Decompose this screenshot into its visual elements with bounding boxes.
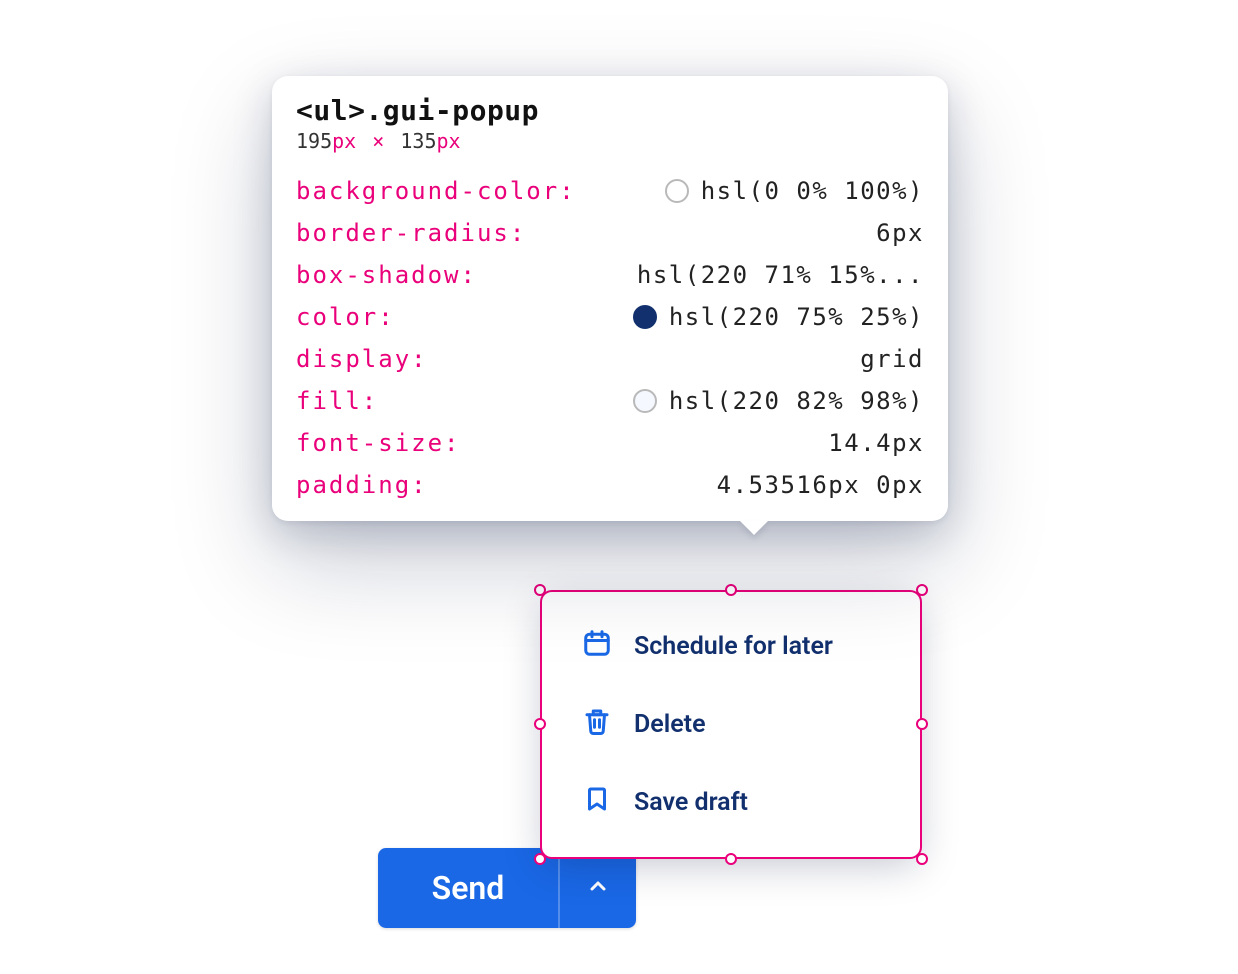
property-name: padding <box>296 471 428 499</box>
inspector-width: 195 <box>296 129 332 153</box>
property-name: border-radius <box>296 219 526 247</box>
selection-handle[interactable] <box>916 584 928 596</box>
bookmark-icon <box>582 784 612 821</box>
property-value: 14.4px <box>828 429 924 457</box>
inspector-property-row: box-shadow hsl(220 71% 15%... <box>296 261 924 289</box>
property-value: hsl(220 71% 15%... <box>637 261 924 289</box>
popup-item-label: Schedule for later <box>634 632 833 661</box>
popup-item-label: Delete <box>634 710 706 739</box>
property-name: fill <box>296 387 378 415</box>
calendar-icon <box>582 628 612 665</box>
unit: px <box>436 129 460 153</box>
inspector-element-class: .gui-popup <box>365 94 539 127</box>
property-value-text: 4.53516px 0px <box>717 471 924 499</box>
property-value-text: 14.4px <box>828 429 924 457</box>
trash-icon <box>582 706 612 743</box>
inspector-element-tag: <ul> <box>296 94 365 127</box>
send-button[interactable]: Send <box>378 848 558 928</box>
property-value-text: hsl(0 0% 100%) <box>701 177 924 205</box>
property-value: hsl(220 75% 25%) <box>633 303 924 331</box>
selection-handle[interactable] <box>916 853 928 865</box>
color-swatch-icon <box>665 179 689 203</box>
unit: px <box>332 129 356 153</box>
send-options-toggle[interactable] <box>558 848 636 928</box>
property-value-text: grid <box>860 345 924 373</box>
popup-item-delete[interactable]: Delete <box>542 694 920 755</box>
selection-handle[interactable] <box>534 718 546 730</box>
inspector-property-row: fill hsl(220 82% 98%) <box>296 387 924 415</box>
gui-popup[interactable]: Schedule for later Delete Save draft <box>540 590 922 859</box>
selection-handle[interactable] <box>725 853 737 865</box>
inspector-property-row: padding 4.53516px 0px <box>296 471 924 499</box>
property-value: 6px <box>876 219 924 247</box>
property-value: hsl(220 82% 98%) <box>633 387 924 415</box>
property-value-text: hsl(220 82% 98%) <box>669 387 924 415</box>
dimension-separator: × <box>368 129 388 153</box>
popup-item-schedule[interactable]: Schedule for later <box>542 616 920 677</box>
selection-handle[interactable] <box>725 584 737 596</box>
element-inspector-tooltip: <ul>.gui-popup 195px × 135px background-… <box>272 76 948 521</box>
send-split-button: Send <box>378 848 636 928</box>
send-button-label: Send <box>432 869 505 907</box>
property-value: 4.53516px 0px <box>717 471 924 499</box>
inspector-property-row: display grid <box>296 345 924 373</box>
color-swatch-icon <box>633 389 657 413</box>
property-value-text: 6px <box>876 219 924 247</box>
property-name: font-size <box>296 429 461 457</box>
inspector-title: <ul>.gui-popup <box>296 94 924 127</box>
inspector-dimensions: 195px × 135px <box>296 129 924 153</box>
inspector-property-row: border-radius 6px <box>296 219 924 247</box>
property-name: display <box>296 345 428 373</box>
property-value-text: hsl(220 71% 15%... <box>637 261 924 289</box>
selection-handle[interactable] <box>534 584 546 596</box>
inspector-property-row: background-color hsl(0 0% 100%) <box>296 177 924 205</box>
selection-handle[interactable] <box>534 853 546 865</box>
popup-item-save-draft[interactable]: Save draft <box>542 772 920 833</box>
popup-item-label: Save draft <box>634 788 748 817</box>
property-name: color <box>296 303 395 331</box>
property-value: hsl(0 0% 100%) <box>665 177 924 205</box>
inspector-properties: background-color hsl(0 0% 100%) border-rad… <box>296 177 924 499</box>
color-swatch-icon <box>633 305 657 329</box>
inspector-property-row: font-size 14.4px <box>296 429 924 457</box>
property-name: box-shadow <box>296 261 477 289</box>
property-value: grid <box>860 345 924 373</box>
selection-handle[interactable] <box>916 718 928 730</box>
property-name: background-color <box>296 177 576 205</box>
property-value-text: hsl(220 75% 25%) <box>669 303 924 331</box>
chevron-up-icon <box>586 874 610 902</box>
inspector-property-row: color hsl(220 75% 25%) <box>296 303 924 331</box>
inspector-height: 135 <box>400 129 436 153</box>
